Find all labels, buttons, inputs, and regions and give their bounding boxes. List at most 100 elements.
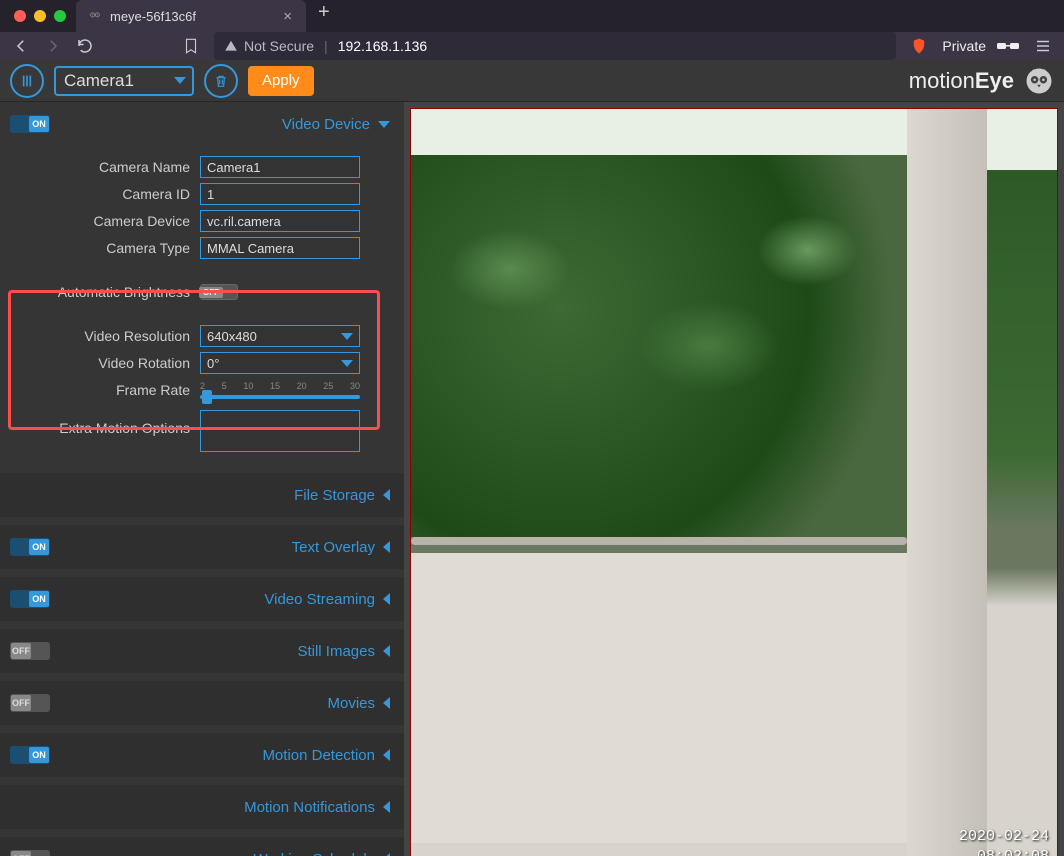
frame-rate-slider[interactable]: 2 5 10 15 20 25 30 (200, 381, 360, 399)
window-controls (8, 10, 76, 32)
chevron-left-icon (383, 541, 390, 553)
tick: 5 (222, 381, 227, 391)
tab-title: meye-56f13c6f (110, 9, 196, 24)
reload-icon[interactable] (76, 37, 94, 55)
chevron-left-icon (383, 697, 390, 709)
video-content (411, 537, 907, 545)
favicon-owl-icon (88, 9, 102, 23)
video-content (907, 109, 987, 856)
section-title: Video Device (282, 116, 370, 133)
section-video-streaming-header[interactable]: ON Video Streaming (0, 577, 404, 621)
chevron-left-icon (383, 801, 390, 813)
video-streaming-toggle[interactable]: ON (10, 590, 50, 608)
camera-type-input[interactable]: MMAL Camera (200, 237, 360, 259)
brave-shields-icon[interactable] (910, 37, 928, 55)
text-overlay-toggle[interactable]: ON (10, 538, 50, 556)
glasses-icon (996, 39, 1020, 53)
video-content (411, 155, 907, 538)
section-motion-detection-header[interactable]: ON Motion Detection (0, 733, 404, 777)
url-text: 192.168.1.136 (338, 38, 428, 54)
video-pane: 2020-02-24 08:02:08 (404, 102, 1064, 856)
chevron-down-icon (378, 121, 390, 128)
toggle-knob-label: ON (29, 747, 49, 763)
motion-detection-toggle[interactable]: ON (10, 746, 50, 764)
video-rotation-label: Video Rotation (14, 355, 190, 371)
video-device-toggle[interactable]: ON (10, 115, 50, 133)
section-title: Motion Notifications (244, 799, 375, 816)
section-working-schedule-header[interactable]: OFF Working Schedule (0, 837, 404, 856)
camera-id-input[interactable]: 1 (200, 183, 360, 205)
working-schedule-toggle[interactable]: OFF (10, 850, 50, 856)
settings-panel-toggle[interactable] (10, 64, 44, 98)
camera-id-label: Camera ID (14, 186, 190, 202)
close-window-icon[interactable] (14, 10, 26, 22)
camera-name-value: Camera1 (207, 160, 260, 175)
section-title: Movies (327, 695, 375, 712)
chevron-down-icon (341, 333, 353, 340)
toggle-knob-label: OFF (11, 851, 31, 856)
browser-navbar: Not Secure | 192.168.1.136 Private (0, 32, 1064, 60)
brand-text-light: motion (909, 68, 975, 93)
slider-thumb[interactable] (202, 390, 212, 404)
video-rotation-select[interactable]: 0° (200, 352, 360, 374)
address-bar[interactable]: Not Secure | 192.168.1.136 (214, 32, 896, 60)
frame-rate-label: Frame Rate (14, 382, 190, 398)
camera-video-frame[interactable]: 2020-02-24 08:02:08 (410, 108, 1058, 856)
not-secure-label: Not Secure (244, 38, 314, 54)
camera-name-label: Camera Name (14, 159, 190, 175)
menu-icon[interactable] (1034, 37, 1052, 55)
delete-camera-button[interactable] (204, 64, 238, 98)
toggle-knob-label: ON (29, 539, 49, 555)
close-tab-icon[interactable]: × (279, 8, 296, 25)
video-content (411, 553, 907, 844)
tick: 30 (350, 381, 360, 391)
private-mode-indicator: Private (942, 38, 1020, 54)
section-title: Text Overlay (292, 539, 375, 556)
toggle-knob-label: OFF (11, 643, 31, 659)
browser-tab[interactable]: meye-56f13c6f × (76, 0, 306, 32)
tick: 15 (270, 381, 280, 391)
camera-device-input[interactable]: vc.ril.camera (200, 210, 360, 232)
camera-selector[interactable]: Camera1 (54, 66, 194, 96)
private-label: Private (942, 38, 986, 54)
warning-icon (224, 39, 238, 53)
chevron-left-icon (383, 749, 390, 761)
minimize-window-icon[interactable] (34, 10, 46, 22)
camera-selector-value: Camera1 (64, 71, 134, 91)
camera-name-input[interactable]: Camera1 (200, 156, 360, 178)
section-title: File Storage (294, 487, 375, 504)
section-still-images-header[interactable]: OFF Still Images (0, 629, 404, 673)
still-images-toggle[interactable]: OFF (10, 642, 50, 660)
brand-text-bold: Eye (975, 68, 1014, 93)
trash-icon (213, 73, 229, 89)
video-resolution-value: 640x480 (207, 329, 257, 344)
video-resolution-select[interactable]: 640x480 (200, 325, 360, 347)
auto-brightness-toggle[interactable]: OFF (200, 284, 238, 300)
browser-tab-strip: meye-56f13c6f × + (0, 0, 1064, 32)
section-file-storage-header[interactable]: File Storage (0, 473, 404, 517)
section-motion-notifications-header[interactable]: Motion Notifications (0, 785, 404, 829)
owl-icon (1024, 66, 1054, 96)
back-icon[interactable] (12, 37, 30, 55)
section-movies-header[interactable]: OFF Movies (0, 681, 404, 725)
not-secure-badge: Not Secure (224, 38, 314, 54)
maximize-window-icon[interactable] (54, 10, 66, 22)
bookmark-icon[interactable] (182, 37, 200, 55)
section-text-overlay-header[interactable]: ON Text Overlay (0, 525, 404, 569)
camera-id-value: 1 (207, 187, 214, 202)
settings-panel[interactable]: ON Video Device Camera Name Camera1 Camer… (0, 102, 404, 856)
section-video-device-body: Camera NameCamera1 Camera ID1 Camera Dev… (0, 146, 404, 473)
chevron-down-icon (341, 360, 353, 367)
extra-motion-textarea[interactable] (200, 410, 360, 452)
toggle-knob-label: ON (29, 591, 49, 607)
new-tab-button[interactable]: + (306, 1, 342, 32)
camera-device-value: vc.ril.camera (207, 214, 281, 229)
section-title: Still Images (297, 643, 375, 660)
video-timestamp: 2020-02-24 08:02:08 (959, 827, 1049, 856)
section-video-device-header[interactable]: ON Video Device (0, 102, 404, 146)
section-title: Motion Detection (262, 747, 375, 764)
video-rotation-value: 0° (207, 356, 219, 371)
apply-button[interactable]: Apply (248, 66, 314, 96)
section-title: Video Streaming (264, 591, 375, 608)
movies-toggle[interactable]: OFF (10, 694, 50, 712)
